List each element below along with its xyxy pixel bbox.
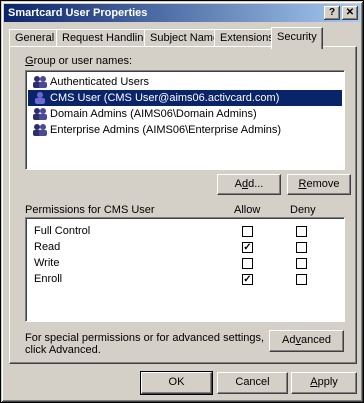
permission-name: Read [34, 241, 61, 253]
close-button[interactable]: ✕ [342, 6, 358, 20]
group-icon [33, 108, 47, 120]
advanced-note: For special permissions or for advanced … [25, 332, 265, 356]
list-item-label: Enterprise Admins (AIMS06\Enterprise Adm… [50, 124, 282, 136]
list-item-authenticated-users[interactable]: Authenticated Users [28, 74, 342, 90]
allow-checkbox-write[interactable] [242, 258, 253, 269]
user-icon [35, 92, 45, 104]
deny-checkbox-write[interactable] [296, 258, 307, 269]
allow-column-header: Allow [234, 204, 261, 216]
advanced-button[interactable]: Advanced [269, 330, 344, 352]
permission-name: Full Control [34, 225, 91, 237]
remove-button[interactable]: Remove [287, 174, 351, 195]
window-title: Smartcard User Properties [8, 7, 148, 19]
permission-row: Enroll ✓ [26, 272, 342, 288]
list-item-label: Domain Admins (AIMS06\Domain Admins) [50, 108, 257, 120]
title-bar[interactable]: Smartcard User Properties ? ✕ [4, 4, 360, 22]
add-button[interactable]: Add... [217, 174, 281, 195]
permission-name: Write [34, 257, 60, 269]
help-button[interactable]: ? [324, 6, 340, 20]
security-panel: Group or user names: Authenticated Users… [9, 46, 357, 364]
permission-row: Full Control [26, 224, 342, 240]
group-icon [33, 76, 47, 88]
group-names-label: Group or user names: [25, 55, 132, 67]
permission-row: Read ✓ [26, 240, 342, 256]
list-item-enterprise-admins[interactable]: Enterprise Admins (AIMS06\Enterprise Adm… [28, 122, 342, 138]
close-icon: ✕ [345, 7, 355, 18]
deny-column-header: Deny [290, 204, 316, 216]
permissions-list: Full Control Read ✓ Write Enroll ✓ [25, 217, 345, 322]
permission-row: Write [26, 256, 342, 272]
permissions-header: Permissions for CMS User [25, 204, 155, 216]
allow-checkbox-read[interactable]: ✓ [242, 242, 253, 253]
list-item-domain-admins[interactable]: Domain Admins (AIMS06\Domain Admins) [28, 106, 342, 122]
list-item-label: Authenticated Users [50, 76, 150, 88]
dialog-window: Smartcard User Properties ? ✕ General Re… [0, 0, 364, 403]
tab-strip: General Request Handling Subject Name Ex… [9, 27, 357, 49]
apply-button[interactable]: Apply [291, 372, 357, 394]
ok-button[interactable]: OK [140, 371, 213, 395]
group-icon [33, 124, 47, 136]
user-list[interactable]: Authenticated Users CMS User (CMS User@a… [25, 70, 345, 170]
permission-name: Enroll [34, 273, 63, 285]
list-item-label: CMS User (CMS User@aims06.activcard.com) [50, 92, 280, 104]
tab-security[interactable]: Security [271, 27, 323, 49]
allow-checkbox-full-control[interactable] [242, 226, 253, 237]
help-icon: ? [328, 7, 336, 18]
deny-checkbox-full-control[interactable] [296, 226, 307, 237]
allow-checkbox-enroll[interactable]: ✓ [242, 274, 253, 285]
deny-checkbox-enroll[interactable] [296, 274, 307, 285]
deny-checkbox-read[interactable] [296, 242, 307, 253]
list-item-cms-user[interactable]: CMS User (CMS User@aims06.activcard.com) [28, 90, 342, 106]
cancel-button[interactable]: Cancel [217, 372, 288, 394]
